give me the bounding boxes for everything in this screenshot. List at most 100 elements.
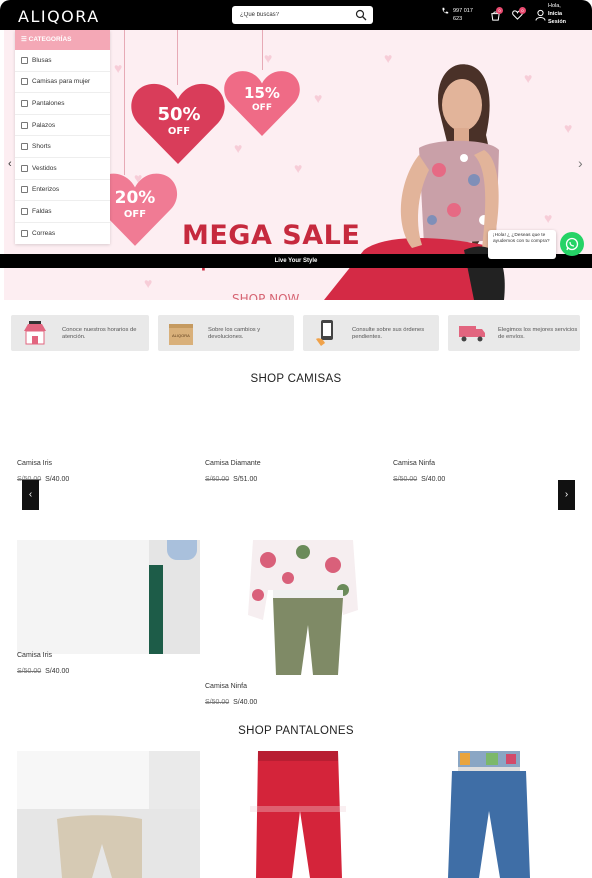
category-label: Correas [32, 230, 56, 238]
store-icon [24, 321, 46, 345]
info-card-returns[interactable]: ALIQORA Sobre los cambios y devoluciones… [158, 315, 294, 351]
menu-icon: ☰ [21, 36, 29, 43]
current-price: S/40.00 [45, 476, 70, 483]
heart-string [262, 30, 263, 70]
category-item-blusas[interactable]: Blusas [15, 50, 110, 72]
product-price: S/50.00S/40.00 [393, 476, 445, 483]
skirt-icon [21, 207, 28, 215]
product-image-camisa-iris[interactable] [17, 540, 200, 654]
shop-camisas-title: SHOP CAMISAS [250, 373, 342, 385]
bg-heart: ♥ [114, 60, 123, 76]
brand-logo[interactable]: ALIQORA [18, 7, 100, 26]
info-card-orders[interactable]: Consulte sobre sus órdenes pendientes. [303, 315, 439, 351]
login-line1: Inicia [548, 11, 563, 17]
truck-icon [459, 326, 485, 342]
discount-15-label: 15% [244, 84, 280, 102]
user-icon[interactable] [535, 9, 546, 21]
banner-prev-arrow[interactable]: ‹ [8, 158, 12, 170]
product-name[interactable]: Camisa Ninfa [205, 683, 247, 690]
product-photo [167, 540, 197, 560]
pants-icon [21, 99, 28, 107]
discount-50-label: 50% [157, 104, 201, 125]
old-price: S/60.00 [205, 476, 230, 483]
product-price: S/50.00S/40.00 [205, 699, 257, 706]
shorts-icon [21, 143, 28, 151]
bg-heart: ♥ [234, 140, 243, 156]
category-item-correas[interactable]: Correas [15, 223, 110, 245]
info-card-shipping[interactable]: Elegimos los mejores servicios de envíos… [448, 315, 580, 351]
product-image-camisa-ninfa[interactable] [243, 540, 363, 675]
current-price: S/40.00 [421, 476, 446, 483]
product-name[interactable]: Camisa Ninfa [393, 460, 435, 467]
info-card-text: Sobre los cambios y devoluciones. [208, 327, 261, 340]
svg-text:ALIQORA: ALIQORA [172, 333, 190, 338]
palazzo-icon [21, 121, 28, 129]
category-item-pantalones[interactable]: Pantalones [15, 93, 110, 115]
bg-heart: ♥ [264, 50, 273, 66]
shop-now-cta[interactable]: SHOP NOW [232, 292, 299, 300]
category-label: Palazos [32, 121, 56, 129]
phone-order-icon [316, 320, 333, 346]
current-price: S/51.00 [233, 476, 258, 483]
info-card-text: Conoce nuestros horarios de atención. [62, 327, 137, 340]
search-input[interactable] [232, 6, 373, 24]
cart-count-badge: 0 [496, 7, 503, 14]
box-icon: ALIQORA [169, 324, 193, 345]
carousel-prev-button[interactable]: ‹ [22, 480, 39, 510]
login-line2: Sesión [548, 19, 567, 25]
category-item-camisas[interactable]: Camisas para mujer [15, 72, 110, 94]
discount-15-off: OFF [252, 103, 272, 113]
heart-string [177, 30, 178, 85]
info-card-hours[interactable]: Conoce nuestros horarios de atención. [11, 315, 149, 351]
greeting-text: Hola, [548, 3, 561, 9]
mega-sale-headline: MEGA SALE [182, 220, 361, 251]
old-price: S/50.00 [205, 699, 230, 706]
bg-heart: ♥ [524, 70, 533, 86]
product-image-pantalon-beige[interactable] [17, 751, 200, 878]
belt-icon [21, 230, 28, 238]
category-item-palazos[interactable]: Palazos [15, 115, 110, 137]
login-link[interactable]: Hola, Inicia Sesión [548, 2, 588, 26]
category-item-vestidos[interactable]: Vestidos [15, 158, 110, 180]
old-price: S/50.00 [17, 668, 42, 675]
category-label: Shorts [32, 143, 51, 151]
categories-header[interactable]: ☰ CATEGORÍAS [15, 30, 110, 50]
whatsapp-message-bubble[interactable]: ¡Hola! ¿ ¿Deseas que te ayudemos con tu … [488, 230, 556, 259]
product-photo [149, 565, 163, 654]
category-label: Camisas para mujer [32, 78, 91, 86]
whatsapp-button[interactable] [560, 232, 584, 256]
product-image-pantalon-rojo[interactable] [250, 751, 346, 878]
shirt-icon [21, 78, 28, 86]
discount-20-label: 20% [114, 188, 156, 208]
carousel-next-button[interactable]: › [558, 480, 575, 510]
jumpsuit-icon [21, 186, 28, 194]
shop-pantalones-title: SHOP PANTALONES [238, 725, 354, 737]
category-label: Enterizos [32, 186, 60, 194]
categories-menu: ☰ CATEGORÍAS Blusas Camisas para mujer P… [15, 30, 110, 244]
bg-heart: ♥ [294, 160, 303, 176]
bg-heart: ♥ [144, 275, 153, 291]
product-name[interactable]: Camisa Iris [17, 652, 52, 659]
product-price: S/60.00 S/51.00 [205, 476, 257, 483]
discount-20-off: OFF [123, 209, 147, 220]
product-image-pantalon-azul[interactable] [446, 751, 532, 878]
product-name[interactable]: Camisa Diamante [205, 460, 261, 467]
dress-icon [21, 164, 28, 172]
search-icon[interactable] [355, 9, 367, 21]
info-card-text: Consulte sobre sus órdenes pendientes. [352, 327, 425, 340]
product-name[interactable]: Camisa Iris [17, 460, 52, 467]
banner-next-arrow[interactable]: › [578, 155, 583, 171]
category-label: Pantalones [32, 99, 65, 107]
category-item-enterizos[interactable]: Enterizos [15, 180, 110, 202]
category-label: Blusas [32, 56, 52, 64]
discount-heart-15 [224, 71, 300, 136]
whatsapp-icon [565, 237, 579, 251]
top-header: ALIQORA 997 017 623 0 0 Hola, Inicia Ses… [0, 0, 592, 30]
info-card-text: Elegimos los mejores servicios de envíos… [498, 327, 578, 340]
phone-number[interactable]: 997 017 623 [441, 7, 479, 23]
bg-heart: ♥ [564, 120, 573, 136]
heart-string [124, 30, 125, 175]
product-photo [149, 751, 200, 809]
category-item-shorts[interactable]: Shorts [15, 136, 110, 158]
category-item-faldas[interactable]: Faldas [15, 201, 110, 223]
